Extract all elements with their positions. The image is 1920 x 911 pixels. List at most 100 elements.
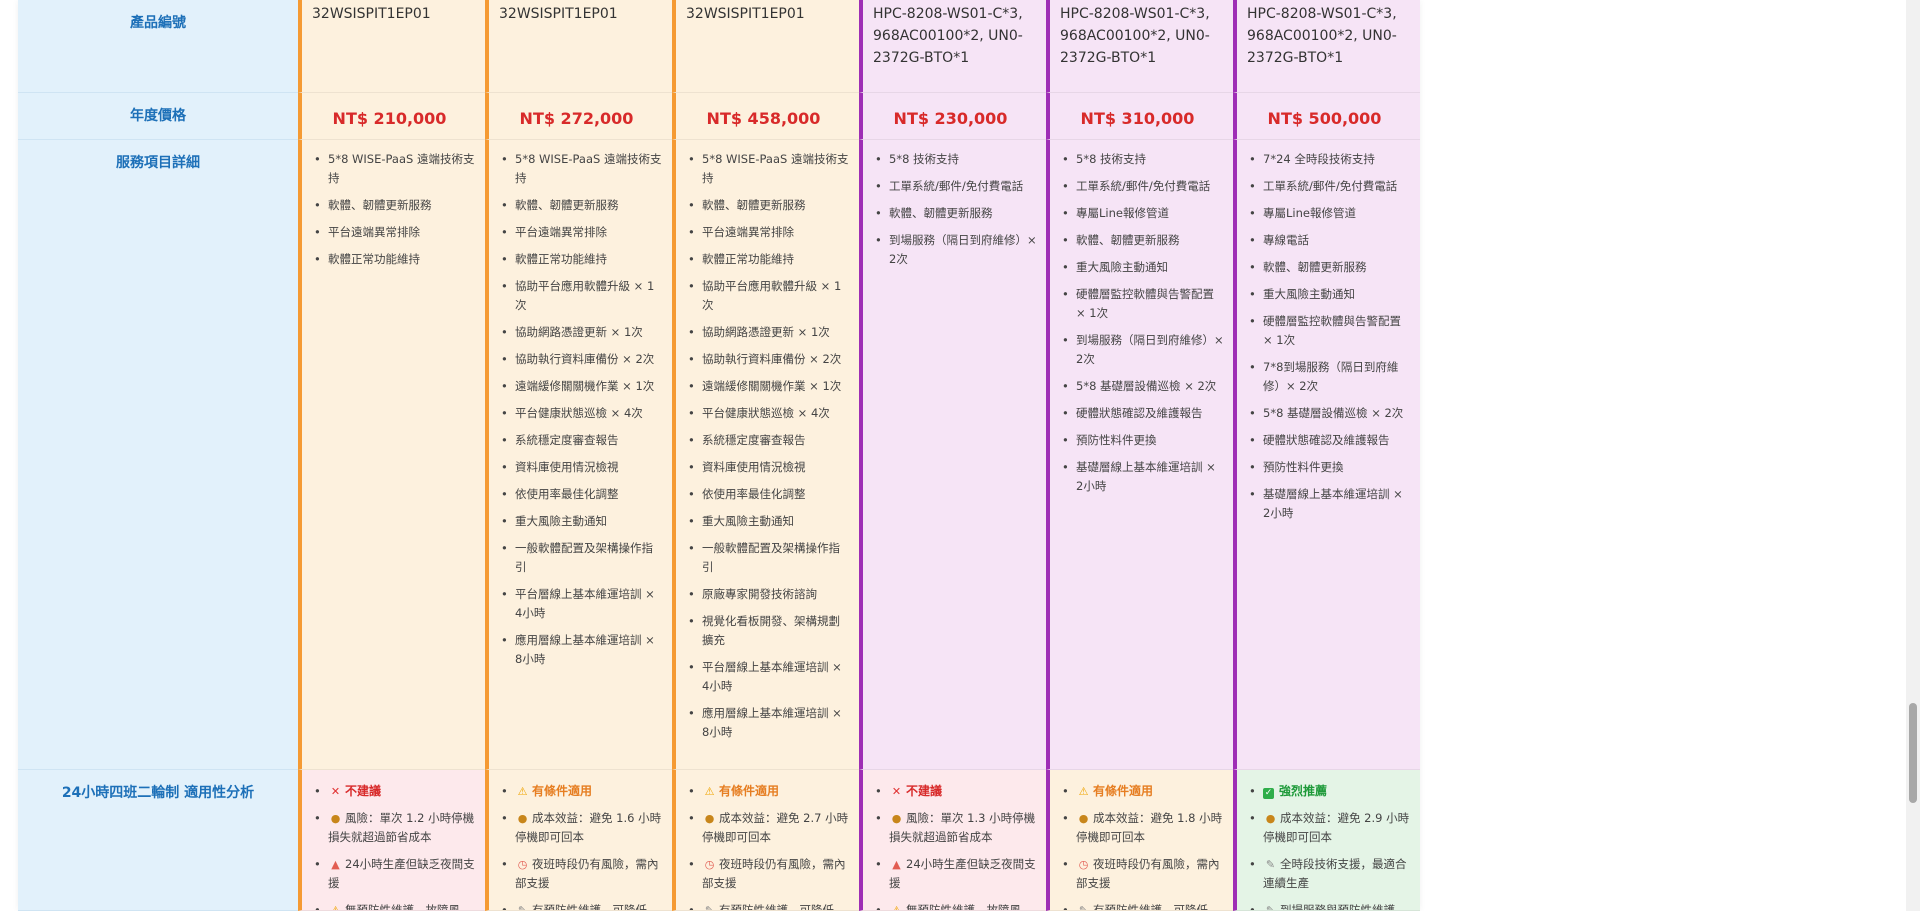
money-bag-icon: ● (1265, 812, 1276, 825)
fit-note: ●成本效益：避免 2.7 小時停機即可回本 (688, 809, 851, 847)
service-item: 應用層線上基本維運培訓 × 8小時 (688, 704, 851, 742)
fit-note-text: 夜班時段仍有風險，需內部支援 (515, 857, 659, 890)
alarm-clock-icon: ◷ (1078, 858, 1089, 871)
fit-note-text: 風險：單次 1.3 小時停機損失就超過節省成本 (889, 811, 1036, 844)
tool-icon: ✎ (1265, 858, 1276, 871)
fit-note-text: 無預防性維護，故障風 (345, 903, 460, 911)
service-item: 軟體、韌體更新服務 (501, 196, 664, 215)
fit-note: ✎ 有預防性維護，可降低 (1062, 901, 1225, 911)
fit-verdict: ✕ 不建議 (875, 782, 1038, 801)
service-item: 工單系統/郵件/免付費電話 (875, 177, 1038, 196)
service-item: 硬體狀態確認及維護報告 (1249, 431, 1412, 450)
service-item: 重大風險主動通知 (688, 512, 851, 531)
fit-note: ✎ 到場服務與預防性維護 (1249, 901, 1412, 910)
plan-4-services: 5*8 技術支持工單系統/郵件/免付費電話軟體、韌體更新服務到場服務（隔日到府維… (859, 140, 1046, 770)
vertical-scrollbar[interactable] (1906, 0, 1920, 911)
fit-verdict: ⚠ 有條件適用 (501, 782, 664, 801)
service-item: 軟體正常功能維持 (688, 250, 851, 269)
money-bag-icon: ● (891, 812, 902, 825)
fit-note: ✎ 有預防性維護，可降低 (688, 901, 851, 911)
service-item: 平台健康狀態巡檢 × 4次 (501, 404, 664, 423)
service-item: 軟體正常功能維持 (501, 250, 664, 269)
warning-icon: ⚠ (704, 785, 715, 798)
service-item: 原廠專家開發技術諮詢 (688, 585, 851, 604)
service-item: 應用層線上基本維運培訓 × 8小時 (501, 631, 664, 669)
plan-1-code: 32WSISPIT1EP01 (298, 0, 485, 93)
service-item: 7*24 全時段技術支持 (1249, 150, 1412, 169)
fit-note-text: 成本效益：避免 1.8 小時停機即可回本 (1076, 811, 1223, 844)
plan-1-services: 5*8 WISE-PaaS 遠端技術支持軟體、韌體更新服務平台遠端異常排除軟體正… (298, 140, 485, 770)
scrollbar-thumb[interactable] (1909, 703, 1917, 803)
service-item: 工單系統/郵件/免付費電話 (1249, 177, 1412, 196)
plan-3-code: 32WSISPIT1EP01 (672, 0, 859, 93)
service-item: 硬體層監控軟體與告警配置 × 1次 (1062, 285, 1225, 323)
plan-5-price: NT$ 310,000 (1046, 93, 1233, 140)
service-item: 平台遠端異常排除 (501, 223, 664, 242)
service-item: 專屬Line報修管道 (1249, 204, 1412, 223)
plan-5-fit: ⚠ 有條件適用 ●成本效益：避免 1.8 小時停機即可回本 ◷夜班時段仍有風險，需內部… (1046, 770, 1233, 911)
service-item: 專線電話 (1249, 231, 1412, 250)
service-item: 平台遠端異常排除 (314, 223, 477, 242)
service-item: 軟體、韌體更新服務 (875, 204, 1038, 223)
service-item: 軟體、韌體更新服務 (314, 196, 477, 215)
fit-note-text: 全時段技術支援，最適合連續生產 (1263, 857, 1407, 890)
fit-verdict: ✕ 不建議 (314, 782, 477, 801)
plan-5-services: 5*8 技術支持工單系統/郵件/免付費電話專屬Line報修管道軟體、韌體更新服務… (1046, 140, 1233, 770)
service-item: 硬體狀態確認及維護報告 (1062, 404, 1225, 423)
tool-icon: ✎ (1078, 904, 1089, 911)
plan-2-code: 32WSISPIT1EP01 (485, 0, 672, 93)
fit-verdict-text: 有條件適用 (532, 784, 593, 798)
label-product-code: 產品編號 (18, 0, 298, 93)
close-icon: ✕ (330, 785, 341, 798)
fit-note: ●風險：單次 1.3 小時停機損失就超過節省成本 (875, 809, 1038, 847)
fit-note-text: 有預防性維護，可降低 (719, 903, 834, 911)
service-item: 協助平台應用軟體升級 × 1次 (688, 277, 851, 315)
service-item: 平台遠端異常排除 (688, 223, 851, 242)
fit-note-text: 有預防性維護，可降低 (1093, 903, 1208, 911)
fit-verdict-text: 有條件適用 (1093, 784, 1154, 798)
fit-note-text: 無預防性維護，故障風 (906, 903, 1021, 911)
fit-verdict-text: 不建議 (345, 784, 382, 798)
money-bag-icon: ● (330, 812, 341, 825)
service-item: 協助執行資料庫備份 × 2次 (501, 350, 664, 369)
fit-note-text: 有預防性維護，可降低 (532, 903, 647, 911)
service-item: 工單系統/郵件/免付費電話 (1062, 177, 1225, 196)
service-item: 一般軟體配置及架構操作指引 (501, 539, 664, 577)
plan-2-fit: ⚠ 有條件適用 ●成本效益：避免 1.6 小時停機即可回本 ◷夜班時段仍有風險，需內部… (485, 770, 672, 911)
fit-note: ⚠ 無預防性維護，故障風 (875, 901, 1038, 911)
service-item: 預防性料件更換 (1249, 458, 1412, 477)
fit-note: ▲24小時生產但缺乏夜間支援 (875, 855, 1038, 893)
service-item: 系統穩定度審查報告 (688, 431, 851, 450)
fit-note: ●成本效益：避免 1.8 小時停機即可回本 (1062, 809, 1225, 847)
service-item: 5*8 基礎層設備巡檢 × 2次 (1062, 377, 1225, 396)
alarm-clock-icon: ◷ (704, 858, 715, 871)
service-item: 5*8 技術支持 (1062, 150, 1225, 169)
money-bag-icon: ● (517, 812, 528, 825)
comparison-table: 產品編號 32WSISPIT1EP01 32WSISPIT1EP01 32WSI… (18, 0, 1420, 911)
fit-verdict: ⚠ 有條件適用 (1062, 782, 1225, 801)
plan-4-code: HPC-8208-WS01-C*3, 968AC00100*2, UN0-237… (859, 0, 1046, 93)
fit-verdict-text: 有條件適用 (719, 784, 780, 798)
service-item: 到場服務（隔日到府維修）× 2次 (1062, 331, 1225, 369)
service-item: 資料庫使用情況檢視 (688, 458, 851, 477)
fit-note-text: 夜班時段仍有風險，需內部支援 (1076, 857, 1220, 890)
service-item: 軟體正常功能維持 (314, 250, 477, 269)
service-item: 遠端緩修關關機作業 × 1次 (688, 377, 851, 396)
service-item: 依使用率最佳化調整 (688, 485, 851, 504)
fit-verdict: ✓ 強烈推薦 (1249, 782, 1412, 801)
money-bag-icon: ● (1078, 812, 1089, 825)
plan-5-code: HPC-8208-WS01-C*3, 968AC00100*2, UN0-237… (1046, 0, 1233, 93)
check-icon: ✓ (1263, 788, 1274, 799)
fit-note: ✎全時段技術支援，最適合連續生產 (1249, 855, 1412, 893)
alert-icon: ▲ (331, 858, 340, 871)
fit-note: ●成本效益：避免 2.9 小時停機即可回本 (1249, 809, 1412, 847)
fit-note-text: 夜班時段仍有風險，需內部支援 (702, 857, 846, 890)
service-item: 7*8到場服務（隔日到府維修）× 2次 (1249, 358, 1412, 396)
service-item: 重大風險主動通知 (1062, 258, 1225, 277)
service-item: 資料庫使用情況檢視 (501, 458, 664, 477)
service-item: 重大風險主動通知 (1249, 285, 1412, 304)
alarm-clock-icon: ◷ (517, 858, 528, 871)
plan-3-fit: ⚠ 有條件適用 ●成本效益：避免 2.7 小時停機即可回本 ◷夜班時段仍有風險，需內部… (672, 770, 859, 911)
label-service-details: 服務項目詳細 (18, 140, 298, 770)
warning-icon: ⚠ (517, 785, 528, 798)
